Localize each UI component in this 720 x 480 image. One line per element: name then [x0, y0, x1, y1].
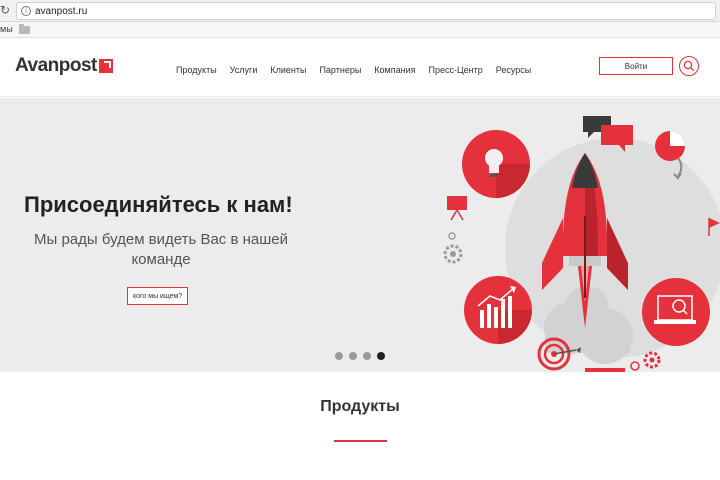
section-underline	[334, 440, 387, 442]
main-nav: Продукты Услуги Клиенты Партнеры Компани…	[176, 65, 544, 75]
slider-dot-2[interactable]	[349, 352, 357, 360]
reload-icon[interactable]: ↻	[0, 4, 12, 16]
nav-item-resources[interactable]: Ресурсы	[496, 65, 532, 75]
slider-pagination	[335, 352, 385, 360]
info-icon[interactable]: i	[21, 6, 31, 16]
hero-illustration	[443, 116, 720, 372]
folder-icon[interactable]	[19, 24, 30, 34]
nav-item-clients[interactable]: Клиенты	[270, 65, 306, 75]
logo-text: Avanpost	[15, 55, 97, 76]
url-text[interactable]: avanpost.ru	[35, 5, 87, 18]
bookmarks-label[interactable]: мы	[0, 24, 13, 34]
hero-title: Присоединяйтесь к нам!	[24, 192, 293, 217]
gear-icon	[443, 232, 463, 264]
presentation-board-icon	[447, 196, 467, 221]
nav-item-partners[interactable]: Партнеры	[319, 65, 361, 75]
search-button[interactable]	[679, 56, 699, 76]
growth-chart-icon	[464, 276, 532, 344]
laptop-search-icon	[642, 278, 710, 346]
browser-toolbar: ↻ i avanpost.ru	[0, 0, 720, 22]
address-bar[interactable]: i avanpost.ru	[16, 2, 716, 20]
search-icon	[683, 60, 695, 72]
hero-cta-button[interactable]: кого мы ищем?	[127, 287, 189, 305]
hero-subtitle: Мы рады будем видеть Вас в нашей команде	[34, 231, 288, 268]
nav-item-press-center[interactable]: Пресс-Центр	[429, 65, 483, 75]
nav-item-services[interactable]: Услуги	[230, 65, 258, 75]
lightbulb-icon	[462, 130, 530, 198]
nav-item-products[interactable]: Продукты	[176, 65, 217, 75]
nav-item-company[interactable]: Компания	[374, 65, 415, 75]
logo-mark-icon	[98, 59, 113, 73]
slider-dot-3[interactable]	[363, 352, 371, 360]
slider-dot-4[interactable]	[377, 352, 385, 360]
hero-banner: Присоединяйтесь к нам! Мы рады будем вид…	[0, 98, 720, 372]
login-button[interactable]: Войти	[599, 57, 673, 75]
logo[interactable]: Avanpost	[15, 55, 113, 77]
site-header: Avanpost Продукты Услуги Клиенты Партнер…	[0, 39, 720, 97]
products-section-title: Продукты	[320, 398, 400, 415]
slider-dot-1[interactable]	[335, 352, 343, 360]
bookmarks-bar: мы	[0, 22, 720, 38]
